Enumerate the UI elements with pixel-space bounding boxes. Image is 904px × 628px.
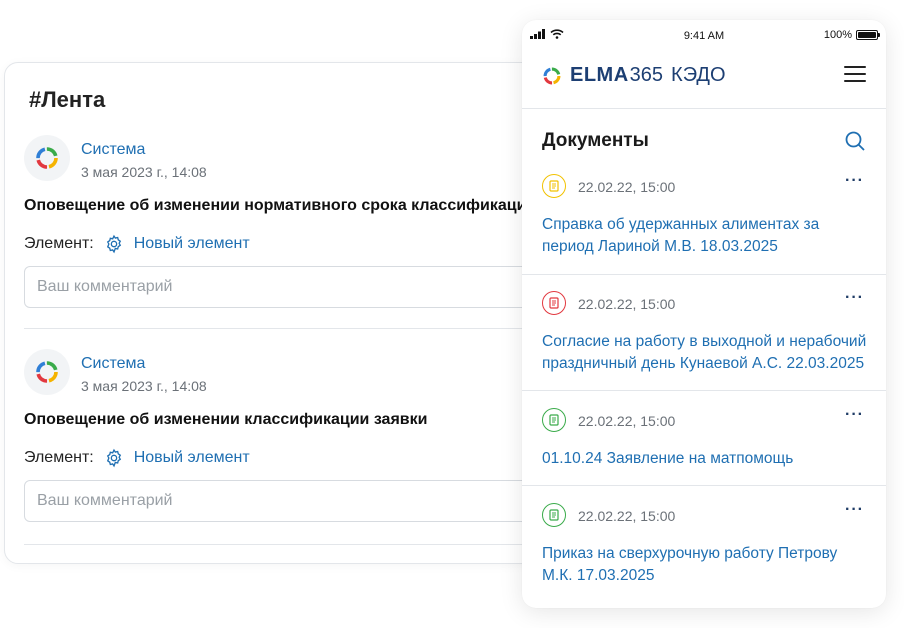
feed-panel: #Лента Система 3 мая 2023 г., 14:08 Опов…	[4, 62, 606, 564]
document-date: 22.02.22, 15:00	[578, 179, 676, 195]
element-row: Элемент: Новый элемент	[24, 232, 250, 256]
document-date: 22.02.22, 15:00	[578, 296, 676, 312]
system-avatar	[24, 349, 70, 395]
gear-icon	[104, 448, 124, 468]
post-author-link[interactable]: Система	[81, 355, 145, 373]
element-link[interactable]: Новый элемент	[134, 449, 250, 467]
document-title-link[interactable]: Приказ на сверхурочную работу Петрову М.…	[542, 543, 872, 587]
document-divider	[522, 274, 886, 275]
more-options-icon[interactable]: ···	[845, 172, 864, 190]
comment-input[interactable]	[24, 266, 605, 308]
elma-logo-icon	[543, 67, 561, 84]
element-link[interactable]: Новый элемент	[134, 235, 250, 253]
status-bar: 9:41 AM 100%	[522, 20, 886, 50]
search-icon[interactable]	[844, 130, 866, 152]
document-title-link[interactable]: Справка об удержанных алиментах за перио…	[542, 214, 872, 258]
document-status-icon	[542, 174, 566, 198]
brand-name: ELMA	[570, 64, 629, 86]
brand-number: 365	[629, 64, 664, 86]
post-date: 3 мая 2023 г., 14:08	[81, 164, 207, 180]
brand-suffix: КЭДО	[671, 64, 726, 86]
element-row: Элемент: Новый элемент	[24, 446, 250, 470]
comment-input[interactable]	[24, 480, 605, 522]
document-title-link[interactable]: Согласие на работу в выходной и нерабочи…	[542, 331, 872, 375]
post-divider	[24, 544, 605, 545]
hamburger-menu-icon[interactable]	[844, 66, 866, 84]
elma-logo-icon	[36, 361, 58, 383]
element-label: Элемент:	[24, 449, 94, 466]
battery-icon	[856, 30, 880, 40]
post-author-link[interactable]: Система	[81, 141, 145, 159]
app-logo[interactable]: ELMA 365 КЭДО	[542, 64, 726, 87]
elma-logo-icon	[36, 147, 58, 169]
post-text: Оповещение об изменении нормативного сро…	[24, 197, 595, 214]
document-date: 22.02.22, 15:00	[578, 413, 676, 429]
element-label: Элемент:	[24, 235, 94, 252]
document-status-icon	[542, 503, 566, 527]
post-text: Оповещение об изменении классификации за…	[24, 411, 428, 428]
post-date: 3 мая 2023 г., 14:08	[81, 378, 207, 394]
gear-icon	[104, 234, 124, 254]
document-status-icon	[542, 291, 566, 315]
documents-title: Документы	[542, 130, 649, 151]
document-title-link[interactable]: 01.10.24 Заявление на матпомощь	[542, 448, 872, 470]
post-divider	[24, 328, 605, 329]
feed-title: #Лента	[29, 87, 106, 112]
more-options-icon[interactable]: ···	[845, 501, 864, 519]
more-options-icon[interactable]: ···	[845, 289, 864, 307]
document-divider	[522, 390, 886, 391]
system-avatar	[24, 135, 70, 181]
battery-level: 100%	[823, 29, 852, 41]
mobile-app-window: 9:41 AM 100% ELMA 365 КЭДО Документы 22.…	[522, 20, 886, 608]
more-options-icon[interactable]: ···	[845, 406, 864, 424]
app-header: ELMA 365 КЭДО	[522, 56, 886, 109]
document-status-icon	[542, 408, 566, 432]
document-date: 22.02.22, 15:00	[578, 508, 676, 524]
document-divider	[522, 485, 886, 486]
status-battery: 100%	[823, 29, 880, 41]
